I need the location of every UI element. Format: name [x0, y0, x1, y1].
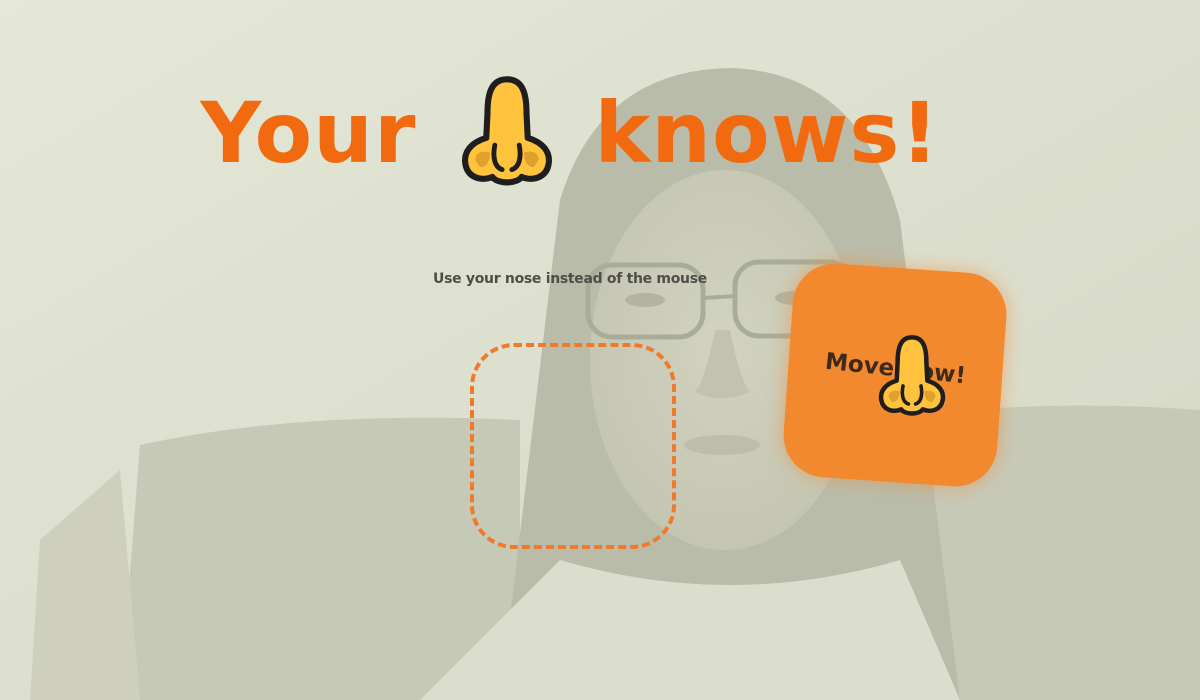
- title-word-knows: knows!: [594, 84, 940, 183]
- app-stage: Your knows! Use your nose instead of the…: [0, 0, 1200, 700]
- nose-cursor-icon: [864, 332, 960, 422]
- nose-target-zone[interactable]: [470, 343, 676, 549]
- instruction-text: Use your nose instead of the mouse: [433, 271, 707, 287]
- page-title: Your knows!: [0, 72, 1140, 194]
- title-word-your: Your: [200, 84, 417, 183]
- nose-icon: [442, 72, 572, 194]
